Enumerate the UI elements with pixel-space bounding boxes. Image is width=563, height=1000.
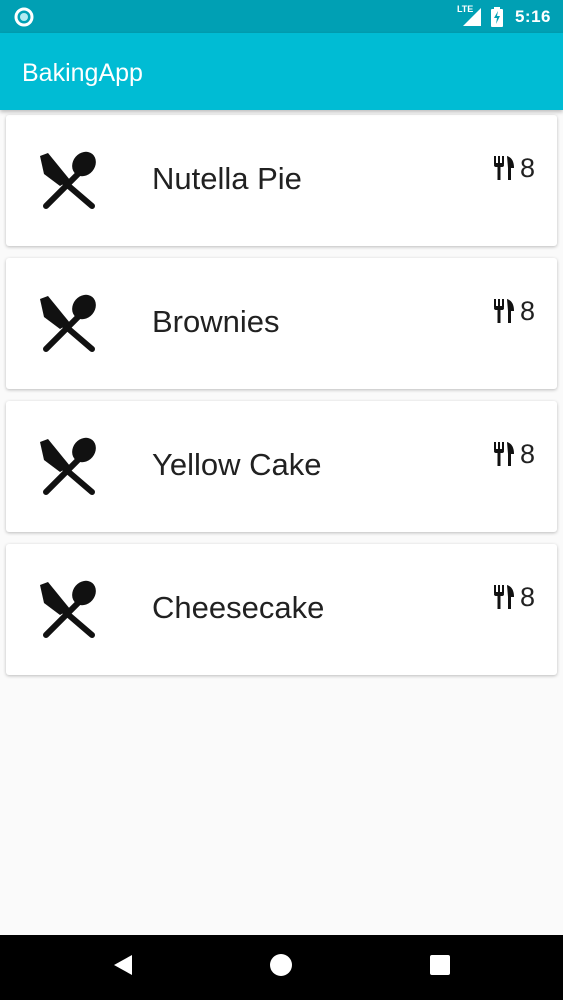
servings-count: 8: [519, 582, 535, 612]
recipe-card[interactable]: Cheesecake 8: [6, 544, 557, 675]
recents-icon: [429, 954, 451, 981]
app-title: BakingApp: [22, 59, 143, 87]
recipe-card[interactable]: Yellow Cake 8: [6, 401, 557, 532]
navigation-bar: [0, 935, 563, 1000]
recipe-name: Yellow Cake: [152, 447, 322, 482]
servings-count: 8: [519, 153, 535, 183]
servings-utensils-icon: [493, 442, 514, 466]
cutlery-icon: [36, 579, 100, 643]
recipe-name: Brownies: [152, 304, 280, 339]
servings-count: 8: [519, 439, 535, 469]
home-button[interactable]: [251, 935, 311, 1000]
back-icon: [112, 953, 134, 982]
status-icons: LTE 5:16: [457, 0, 551, 33]
cutlery-icon: [36, 293, 100, 357]
recipe-card[interactable]: Brownies 8: [6, 258, 557, 389]
servings-utensils-icon: [493, 299, 514, 323]
app-bar: BakingApp: [0, 33, 563, 110]
servings: 8: [493, 582, 535, 612]
servings: 8: [493, 296, 535, 326]
home-icon: [269, 953, 293, 982]
cutlery-icon: [36, 436, 100, 500]
servings-utensils-icon: [493, 156, 514, 180]
status-bar: LTE 5:16: [0, 0, 563, 33]
servings: 8: [493, 439, 535, 469]
servings-utensils-icon: [493, 585, 514, 609]
status-time: 5:16: [514, 6, 551, 26]
servings: 8: [493, 153, 535, 183]
recipe-card[interactable]: Nutella Pie 8: [6, 115, 557, 246]
recipe-list: Nutella Pie 8 Brownies 8 Yellow Cake 8 C…: [0, 110, 563, 935]
recents-button[interactable]: [410, 935, 470, 1000]
recipe-name: Nutella Pie: [152, 161, 302, 196]
cutlery-icon: [36, 150, 100, 214]
back-button[interactable]: [93, 935, 153, 1000]
notification-circle-icon: [14, 7, 34, 27]
recipe-name: Cheesecake: [152, 590, 325, 625]
servings-count: 8: [519, 296, 535, 326]
lte-signal-icon: LTE: [457, 4, 483, 28]
battery-charging-icon: [490, 6, 503, 27]
